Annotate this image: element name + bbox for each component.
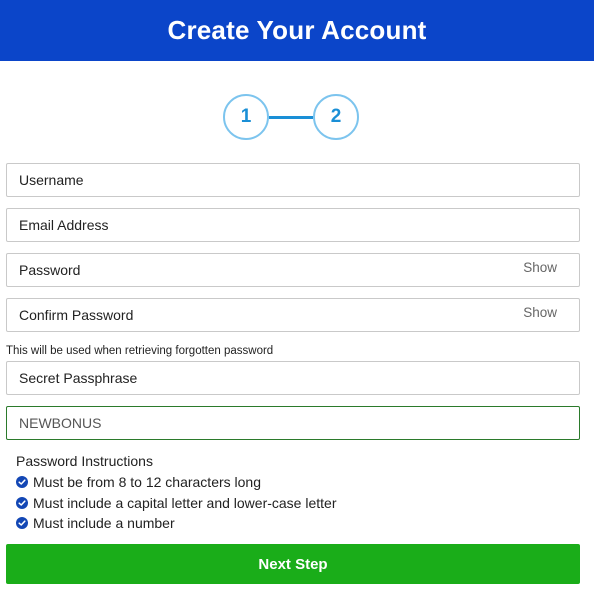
page-header: Create Your Account bbox=[0, 0, 594, 61]
instruction-text: Must include a number bbox=[33, 515, 175, 532]
step-indicator: 1 2 bbox=[222, 94, 362, 142]
instruction-text: Must include a capital letter and lower-… bbox=[33, 494, 337, 511]
promo-code-input[interactable]: NEWBONUS bbox=[6, 406, 580, 440]
confirm-password-placeholder: Confirm Password bbox=[19, 307, 134, 323]
instruction-item: Must be from 8 to 12 characters long bbox=[16, 472, 336, 493]
next-step-button[interactable]: Next Step bbox=[6, 544, 580, 584]
password-input[interactable]: Password Show bbox=[6, 253, 580, 287]
instruction-item: Must include a number bbox=[16, 513, 336, 534]
step-1-circle: 1 bbox=[223, 94, 269, 140]
check-circle-icon bbox=[16, 476, 28, 489]
password-show-toggle[interactable]: Show bbox=[523, 260, 557, 275]
username-input[interactable]: Username bbox=[6, 163, 580, 197]
promo-code-value: NEWBONUS bbox=[19, 415, 102, 431]
check-circle-icon bbox=[16, 496, 28, 509]
check-circle-icon bbox=[16, 517, 28, 530]
passphrase-placeholder: Secret Passphrase bbox=[19, 370, 138, 386]
confirm-password-show-toggle[interactable]: Show bbox=[523, 305, 557, 320]
passphrase-note: This will be used when retrieving forgot… bbox=[6, 345, 274, 357]
email-placeholder: Email Address bbox=[19, 217, 109, 233]
confirm-password-input[interactable]: Confirm Password Show bbox=[6, 298, 580, 332]
username-placeholder: Username bbox=[19, 172, 84, 188]
password-placeholder: Password bbox=[19, 262, 81, 278]
step-2-circle: 2 bbox=[313, 94, 359, 140]
email-input[interactable]: Email Address bbox=[6, 208, 580, 242]
instructions-title: Password Instructions bbox=[16, 453, 153, 469]
passphrase-input[interactable]: Secret Passphrase bbox=[6, 361, 580, 395]
instruction-item: Must include a capital letter and lower-… bbox=[16, 493, 336, 514]
step-connector bbox=[269, 116, 313, 119]
page-title: Create Your Account bbox=[167, 15, 427, 45]
password-instructions: Password Instructions Must be from 8 to … bbox=[16, 453, 336, 534]
instruction-text: Must be from 8 to 12 characters long bbox=[33, 474, 261, 491]
